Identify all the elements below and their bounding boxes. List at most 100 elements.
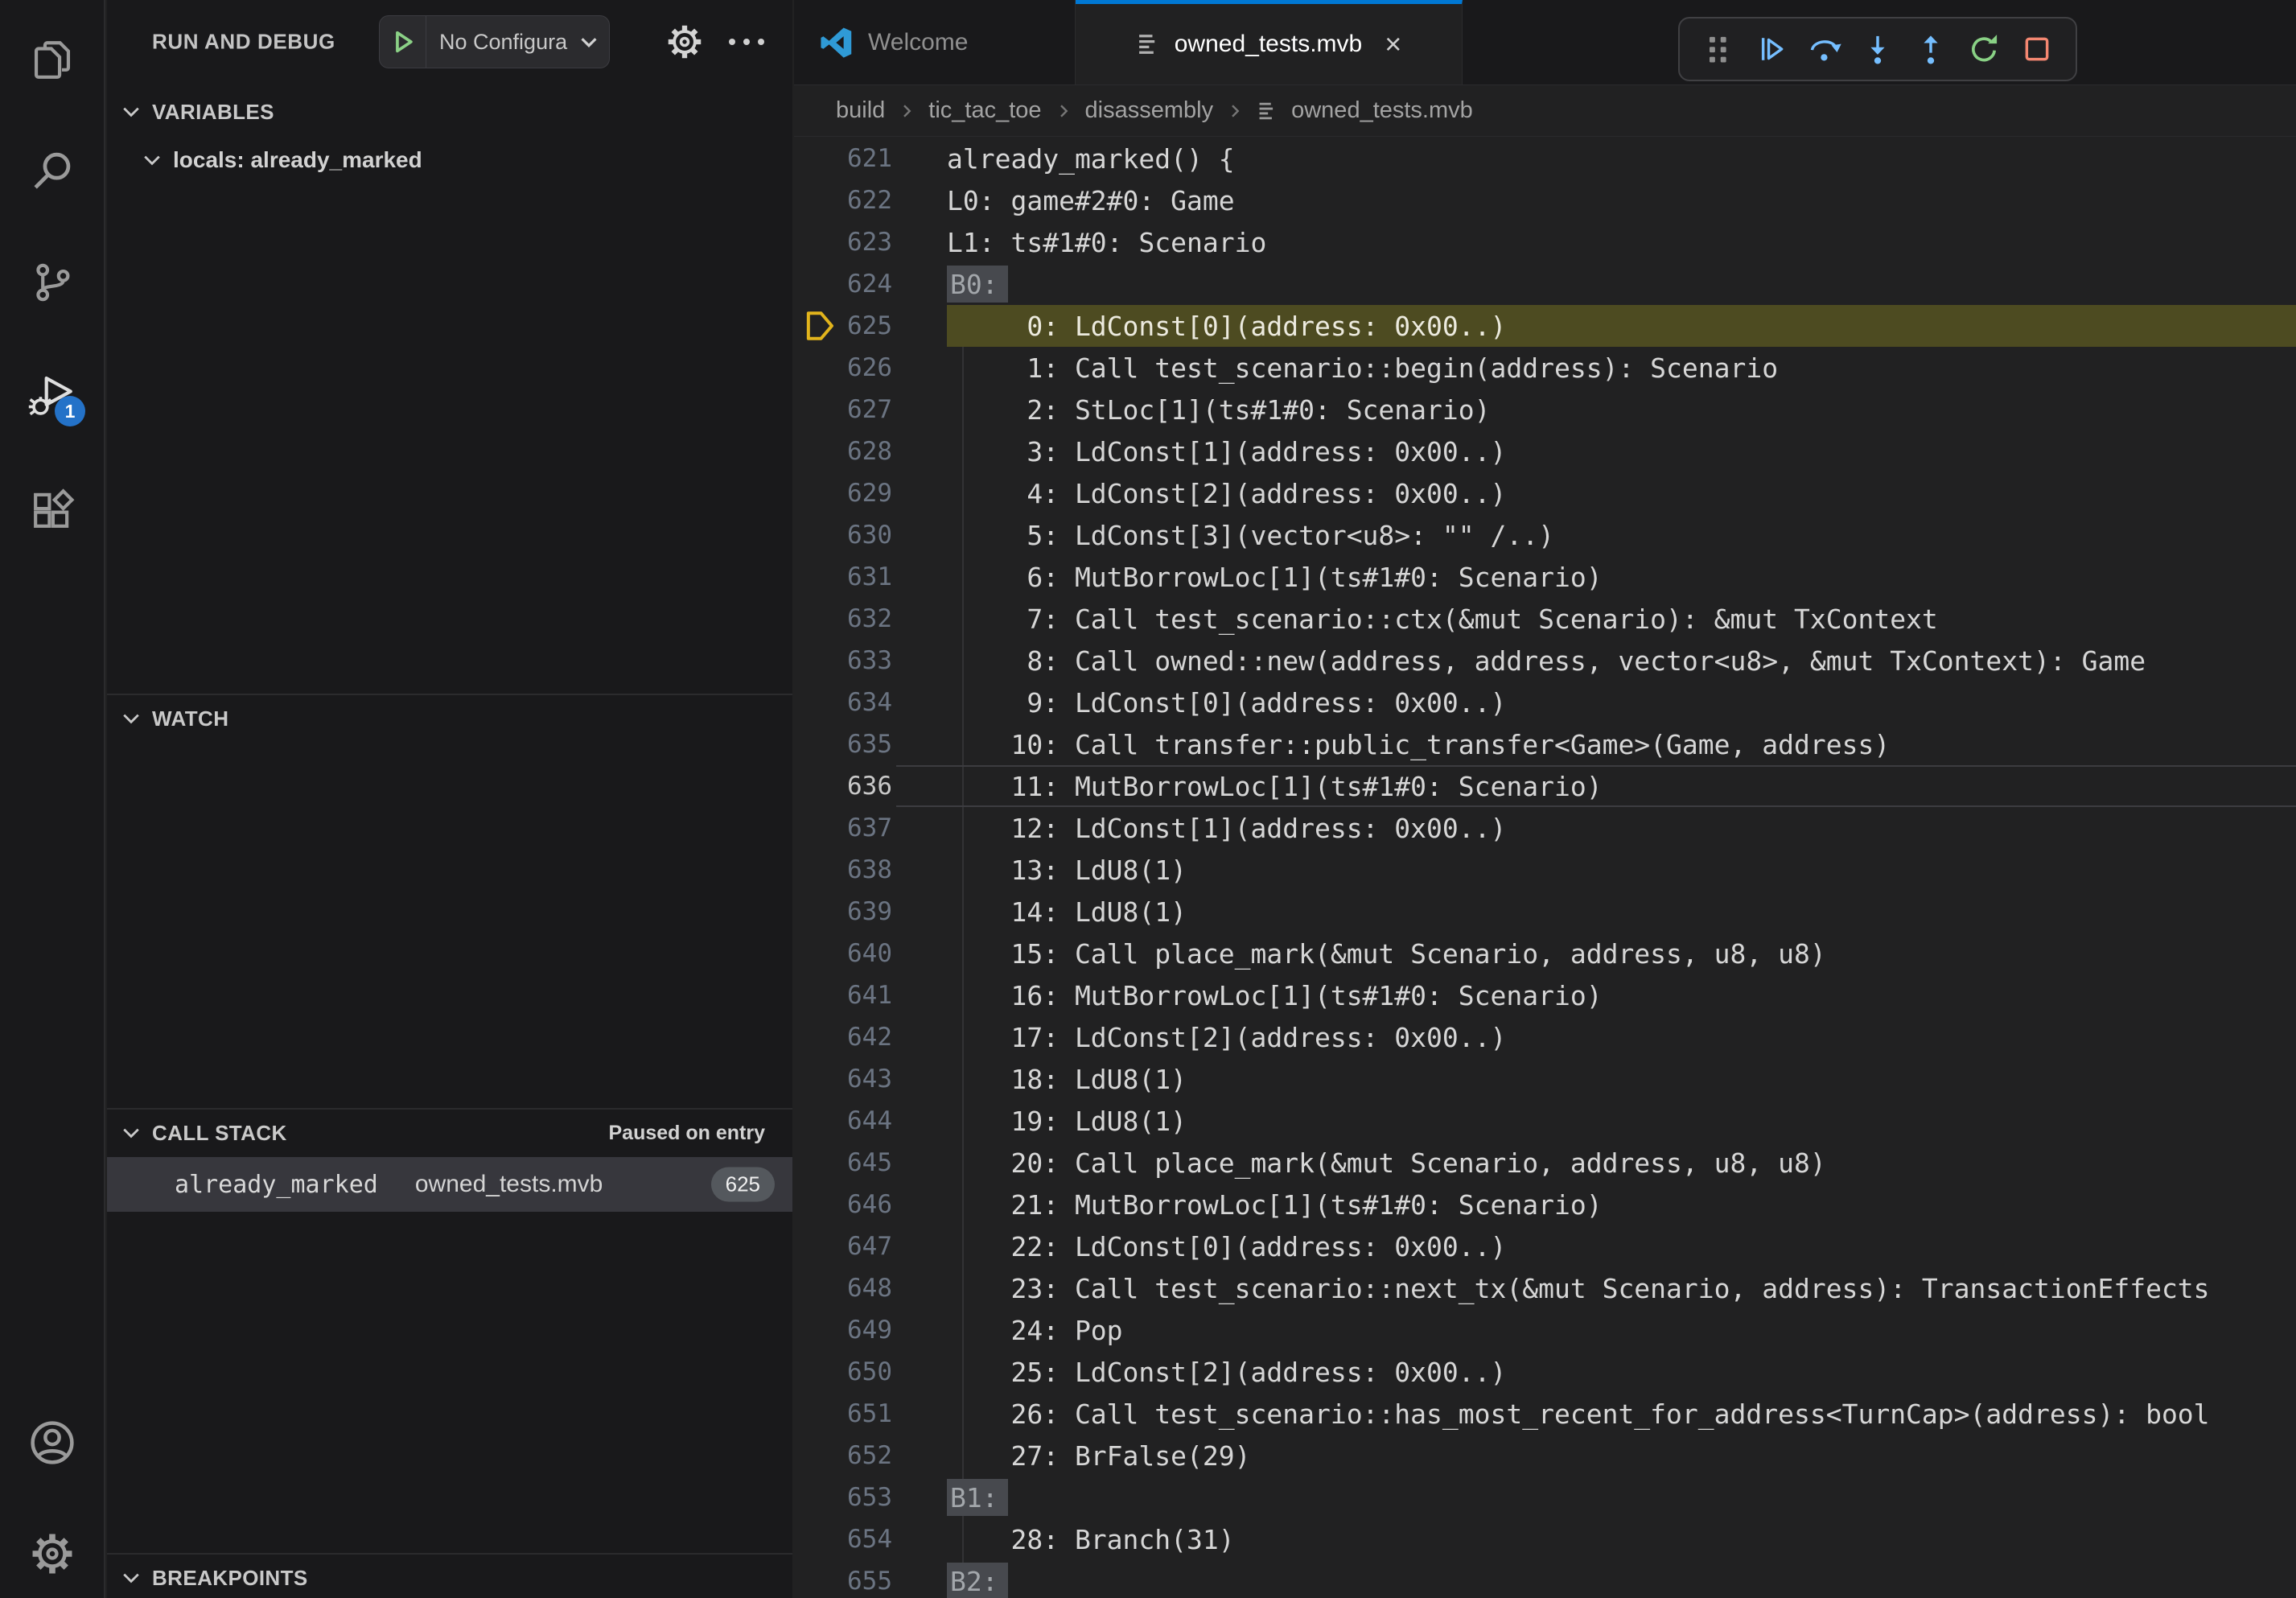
- code-text[interactable]: 17: LdConst[2](address: 0x00..): [947, 1016, 2296, 1058]
- breakpoint-gutter[interactable]: 640: [794, 933, 947, 974]
- code-text[interactable]: 16: MutBorrowLoc[1](ts#1#0: Scenario): [947, 974, 2296, 1016]
- breakpoint-gutter[interactable]: 652: [794, 1435, 947, 1477]
- code-text[interactable]: already_marked() {: [947, 138, 2296, 179]
- views-more-actions-button[interactable]: [720, 19, 773, 64]
- code-text[interactable]: 7: Call test_scenario::ctx(&mut Scenario…: [947, 598, 2296, 640]
- breakpoint-gutter[interactable]: 641: [794, 974, 947, 1016]
- section-header-variables[interactable]: VARIABLES: [107, 92, 792, 132]
- code-text[interactable]: 20: Call place_mark(&mut Scenario, addre…: [947, 1142, 2296, 1184]
- breakpoint-gutter[interactable]: 624: [794, 263, 947, 305]
- code-text[interactable]: 6: MutBorrowLoc[1](ts#1#0: Scenario): [947, 556, 2296, 598]
- code-text[interactable]: 5: LdConst[3](vector<u8>: "" /..): [947, 514, 2296, 556]
- code-text[interactable]: 14: LdU8(1): [947, 891, 2296, 933]
- code-text[interactable]: 0: LdConst[0](address: 0x00..): [947, 305, 2296, 347]
- toolbar-drag-handle[interactable]: [1694, 25, 1743, 73]
- step-into-button[interactable]: [1854, 25, 1902, 73]
- breakpoint-gutter[interactable]: 651: [794, 1393, 947, 1435]
- breakpoint-gutter[interactable]: 646: [794, 1184, 947, 1225]
- code-text[interactable]: 25: LdConst[2](address: 0x00..): [947, 1351, 2296, 1393]
- code-text[interactable]: L0: game#2#0: Game: [947, 179, 2296, 221]
- breakpoint-gutter[interactable]: 633: [794, 640, 947, 682]
- breakpoint-gutter[interactable]: 642: [794, 1016, 947, 1058]
- restart-button[interactable]: [1960, 25, 2008, 73]
- breakpoint-gutter[interactable]: 634: [794, 682, 947, 723]
- breakpoint-gutter[interactable]: 632: [794, 598, 947, 640]
- breakpoint-gutter[interactable]: 645: [794, 1142, 947, 1184]
- breakpoint-gutter[interactable]: 643: [794, 1058, 947, 1100]
- call-stack-frame[interactable]: already_marked owned_tests.mvb 625: [107, 1157, 792, 1212]
- breakpoint-gutter[interactable]: 638: [794, 849, 947, 891]
- breakpoint-gutter[interactable]: 649: [794, 1309, 947, 1351]
- code-text[interactable]: 28: Branch(31): [947, 1518, 2296, 1560]
- breadcrumb-item[interactable]: build: [836, 97, 885, 124]
- code-text[interactable]: B1:: [947, 1477, 2296, 1518]
- code-text[interactable]: 24: Pop: [947, 1309, 2296, 1351]
- sidebar-item-extensions[interactable]: [0, 465, 104, 554]
- code-text[interactable]: 9: LdConst[0](address: 0x00..): [947, 682, 2296, 723]
- breakpoint-gutter[interactable]: 626: [794, 347, 947, 389]
- breakpoint-gutter[interactable]: 635: [794, 723, 947, 765]
- section-header-breakpoints[interactable]: BREAKPOINTS: [107, 1558, 792, 1598]
- breakpoint-gutter[interactable]: 625: [794, 305, 947, 347]
- sidebar-item-explorer[interactable]: [0, 16, 104, 105]
- stop-button[interactable]: [2013, 25, 2061, 73]
- code-text[interactable]: 21: MutBorrowLoc[1](ts#1#0: Scenario): [947, 1184, 2296, 1225]
- sidebar-item-run-and-debug[interactable]: 1: [0, 351, 104, 439]
- sidebar-item-source-control[interactable]: [0, 238, 104, 327]
- breakpoint-gutter[interactable]: 622: [794, 179, 947, 221]
- account-button[interactable]: [0, 1398, 104, 1487]
- code-text[interactable]: B2:: [947, 1560, 2296, 1598]
- breakpoint-gutter[interactable]: 639: [794, 891, 947, 933]
- variables-scope-row[interactable]: locals: already_marked: [107, 138, 792, 182]
- code-text[interactable]: 10: Call transfer::public_transfer<Game>…: [947, 723, 2296, 765]
- code-text[interactable]: 15: Call place_mark(&mut Scenario, addre…: [947, 933, 2296, 974]
- code-text[interactable]: 27: BrFalse(29): [947, 1435, 2296, 1477]
- breakpoint-gutter[interactable]: 629: [794, 472, 947, 514]
- code-text[interactable]: 8: Call owned::new(address, address, vec…: [947, 640, 2296, 682]
- settings-button[interactable]: [0, 1509, 104, 1598]
- breakpoint-gutter[interactable]: 655: [794, 1560, 947, 1598]
- breakpoint-gutter[interactable]: 636: [794, 765, 947, 807]
- code-text[interactable]: 18: LdU8(1): [947, 1058, 2296, 1100]
- breakpoint-gutter[interactable]: 653: [794, 1477, 947, 1518]
- breakpoint-gutter[interactable]: 627: [794, 389, 947, 430]
- start-debug-button[interactable]: [380, 16, 426, 68]
- close-icon[interactable]: ×: [1385, 30, 1401, 59]
- breakpoint-gutter[interactable]: 644: [794, 1100, 947, 1142]
- code-text[interactable]: 26: Call test_scenario::has_most_recent_…: [947, 1393, 2296, 1435]
- breakpoint-gutter[interactable]: 648: [794, 1267, 947, 1309]
- breadcrumb-item[interactable]: tic_tac_toe: [928, 97, 1041, 124]
- breakpoint-gutter[interactable]: 654: [794, 1518, 947, 1560]
- breakpoint-gutter[interactable]: 621: [794, 138, 947, 179]
- breadcrumb-item[interactable]: disassembly: [1085, 97, 1214, 124]
- sidebar-item-search[interactable]: [0, 127, 104, 216]
- breakpoint-gutter[interactable]: 623: [794, 221, 947, 263]
- continue-button[interactable]: [1747, 25, 1796, 73]
- code-text[interactable]: 2: StLoc[1](ts#1#0: Scenario): [947, 389, 2296, 430]
- code-text[interactable]: 11: MutBorrowLoc[1](ts#1#0: Scenario): [947, 765, 2296, 807]
- breakpoint-gutter[interactable]: 637: [794, 807, 947, 849]
- code-text[interactable]: 4: LdConst[2](address: 0x00..): [947, 472, 2296, 514]
- code-text[interactable]: B0:: [947, 263, 2296, 305]
- code-text[interactable]: L1: ts#1#0: Scenario: [947, 221, 2296, 263]
- debug-settings-button[interactable]: [662, 19, 707, 64]
- breakpoint-gutter[interactable]: 631: [794, 556, 947, 598]
- code-editor[interactable]: 621already_marked() {622L0: game#2#0: Ga…: [794, 138, 2296, 1598]
- code-text[interactable]: 12: LdConst[1](address: 0x00..): [947, 807, 2296, 849]
- step-over-button[interactable]: [1800, 25, 1849, 73]
- breadcrumb-item-file[interactable]: owned_tests.mvb: [1291, 97, 1473, 124]
- launch-configuration-dropdown[interactable]: No Configura: [379, 15, 610, 68]
- breakpoint-gutter[interactable]: 647: [794, 1225, 947, 1267]
- step-out-button[interactable]: [1907, 25, 1955, 73]
- code-text[interactable]: 13: LdU8(1): [947, 849, 2296, 891]
- code-text[interactable]: 19: LdU8(1): [947, 1100, 2296, 1142]
- code-text[interactable]: 1: Call test_scenario::begin(address): S…: [947, 347, 2296, 389]
- code-text[interactable]: 22: LdConst[0](address: 0x00..): [947, 1225, 2296, 1267]
- section-header-call-stack[interactable]: CALL STACK Paused on entry: [107, 1113, 792, 1153]
- tab-owned-tests[interactable]: owned_tests.mvb ×: [1076, 0, 1463, 84]
- breakpoint-gutter[interactable]: 628: [794, 430, 947, 472]
- breakpoint-gutter[interactable]: 630: [794, 514, 947, 556]
- code-text[interactable]: 23: Call test_scenario::next_tx(&mut Sce…: [947, 1267, 2296, 1309]
- code-text[interactable]: 3: LdConst[1](address: 0x00..): [947, 430, 2296, 472]
- section-header-watch[interactable]: WATCH: [107, 698, 792, 739]
